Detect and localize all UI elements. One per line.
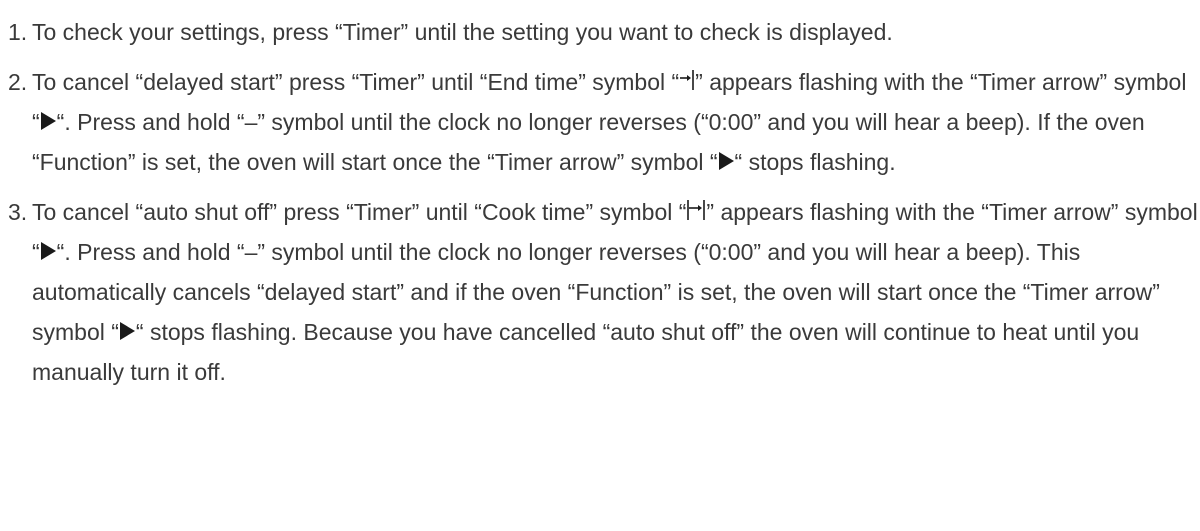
step-number: 3. — [8, 199, 28, 225]
list-item: 2. To cancel “delayed start” press “Timer… — [8, 62, 1200, 182]
step-text: “ stops flashing. — [734, 149, 896, 175]
step-number: 1. — [8, 19, 28, 45]
cook-time-icon — [686, 199, 706, 221]
step-number: 2. — [8, 69, 28, 95]
step-text: To cancel “delayed start” press “Timer” … — [32, 69, 680, 95]
instructions-list: 1. To check your settings, press “Timer” … — [8, 12, 1200, 392]
timer-arrow-icon — [119, 321, 136, 341]
timer-arrow-icon — [40, 111, 57, 131]
list-item: 3. To cancel “auto shut off” press “Timer… — [8, 192, 1200, 392]
step-text: To cancel “auto shut off” press “Timer” … — [32, 199, 687, 225]
end-time-icon — [679, 69, 695, 91]
timer-arrow-icon — [40, 241, 57, 261]
list-item: 1. To check your settings, press “Timer” … — [8, 12, 1200, 52]
step-text: To check your settings, press “Timer” un… — [32, 19, 893, 45]
instructions-document: 1. To check your settings, press “Timer” … — [0, 0, 1200, 531]
timer-arrow-icon — [718, 151, 735, 171]
step-text: “. Press and hold “–” symbol until the c… — [32, 109, 1145, 175]
step-text: “ stops flashing. Because you have cance… — [32, 319, 1140, 385]
